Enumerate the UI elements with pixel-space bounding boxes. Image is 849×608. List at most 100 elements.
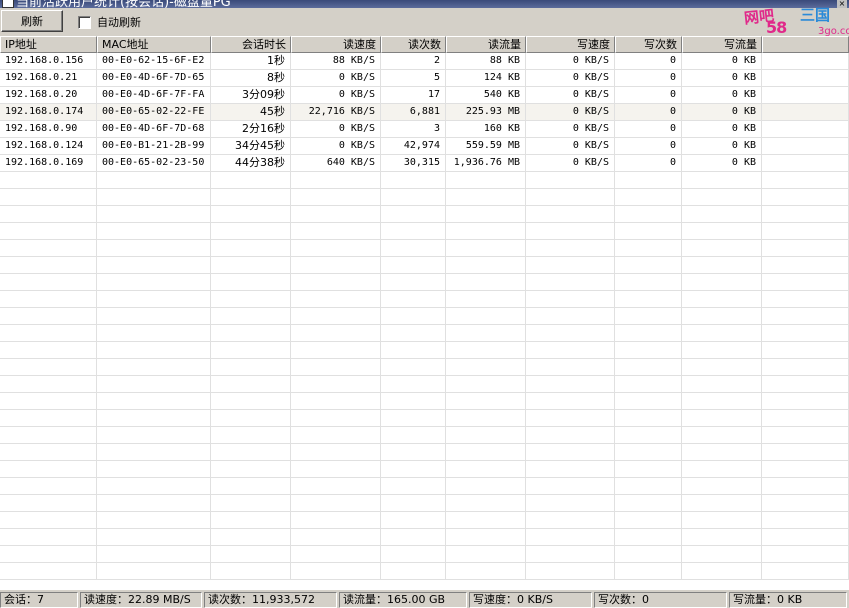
empty-cell xyxy=(446,325,526,342)
empty-cell xyxy=(615,223,682,240)
refresh-button[interactable]: 刷新 xyxy=(1,10,63,32)
empty-cell xyxy=(526,274,615,291)
cell-write-count: 0 xyxy=(615,53,682,70)
table-row[interactable]: 192.168.0.169 00-E0-65-02-23-50 44分38秒 640 … xyxy=(0,155,849,172)
column-header-mac[interactable]: MAC地址 xyxy=(97,36,211,53)
table-row[interactable]: 192.168.0.124 00-E0-B1-21-2B-99 34分45秒 0 KB… xyxy=(0,138,849,155)
empty-cell xyxy=(682,223,762,240)
empty-cell xyxy=(762,495,849,512)
column-header-read-count[interactable]: 读次数 xyxy=(381,36,446,53)
empty-cell xyxy=(446,410,526,427)
empty-cell xyxy=(291,359,381,376)
empty-cell xyxy=(211,240,291,257)
auto-refresh-toggle[interactable]: 自动刷新 xyxy=(78,14,141,30)
empty-cell xyxy=(762,461,849,478)
cell-write-traffic: 0 KB xyxy=(682,155,762,172)
table-row[interactable]: 192.168.0.90 00-E0-4D-6F-7D-68 2分16秒 0 KB/S… xyxy=(0,121,849,138)
column-header-write-speed[interactable]: 写速度 xyxy=(526,36,615,53)
empty-cell xyxy=(446,478,526,495)
cell-mac: 00-E0-4D-6F-7D-68 xyxy=(97,121,211,138)
empty-cell xyxy=(97,172,211,189)
auto-refresh-checkbox[interactable] xyxy=(78,15,91,29)
cell-ip: 192.168.0.124 xyxy=(0,138,97,155)
empty-table-row xyxy=(0,563,849,580)
table-row[interactable]: 192.168.0.21 00-E0-4D-6F-7D-65 8秒 0 KB/S 5 12… xyxy=(0,70,849,87)
empty-cell xyxy=(381,546,446,563)
empty-cell xyxy=(381,342,446,359)
empty-cell xyxy=(526,240,615,257)
empty-cell xyxy=(762,393,849,410)
cell-ip: 192.168.0.174 xyxy=(0,104,97,121)
empty-cell xyxy=(211,427,291,444)
cell-write-count: 0 xyxy=(615,70,682,87)
empty-cell xyxy=(291,512,381,529)
watermark-logo: 网吧 58 三国 3go.com xyxy=(742,6,849,40)
empty-table-row xyxy=(0,325,849,342)
empty-cell xyxy=(291,308,381,325)
empty-cell xyxy=(291,240,381,257)
table-row[interactable]: 192.168.0.156 00-E0-62-15-6F-E2 1秒 88 KB/S 2… xyxy=(0,53,849,70)
empty-table-row xyxy=(0,359,849,376)
empty-cell xyxy=(291,495,381,512)
empty-cell xyxy=(211,410,291,427)
empty-cell xyxy=(446,291,526,308)
empty-cell xyxy=(526,410,615,427)
empty-cell xyxy=(762,138,849,155)
empty-table-row xyxy=(0,444,849,461)
cell-read-speed: 0 KB/S xyxy=(291,121,381,138)
table-row[interactable]: 192.168.0.20 00-E0-4D-6F-7F-FA 3分09秒 0 KB/S… xyxy=(0,87,849,104)
empty-cell xyxy=(446,512,526,529)
column-header-filler[interactable] xyxy=(762,36,849,53)
empty-cell xyxy=(97,257,211,274)
empty-cell xyxy=(762,546,849,563)
empty-cell xyxy=(211,291,291,308)
empty-cell xyxy=(0,325,97,342)
column-header-read-speed[interactable]: 读速度 xyxy=(291,36,381,53)
empty-cell xyxy=(0,308,97,325)
empty-cell xyxy=(211,189,291,206)
empty-cell xyxy=(0,274,97,291)
empty-cell xyxy=(211,359,291,376)
empty-cell xyxy=(446,393,526,410)
status-read-traffic: 读流量：165.00 GB xyxy=(339,592,467,608)
empty-cell xyxy=(381,172,446,189)
empty-cell xyxy=(97,478,211,495)
empty-cell xyxy=(211,529,291,546)
empty-cell xyxy=(762,240,849,257)
empty-cell xyxy=(97,240,211,257)
column-header-ip[interactable]: IP地址 xyxy=(0,36,97,53)
empty-cell xyxy=(762,410,849,427)
cell-read-traffic: 160 KB xyxy=(446,121,526,138)
empty-table-row xyxy=(0,240,849,257)
table-row[interactable]: 192.168.0.174 00-E0-65-02-22-FE 45秒 22,716 … xyxy=(0,104,849,121)
empty-cell xyxy=(381,376,446,393)
empty-table-row xyxy=(0,223,849,240)
empty-cell xyxy=(615,427,682,444)
cell-read-count: 2 xyxy=(381,53,446,70)
empty-cell xyxy=(526,478,615,495)
empty-cell xyxy=(682,206,762,223)
empty-cell xyxy=(97,410,211,427)
empty-cell xyxy=(381,206,446,223)
empty-cell xyxy=(291,393,381,410)
column-header-duration[interactable]: 会话时长 xyxy=(211,36,291,53)
cell-read-speed: 640 KB/S xyxy=(291,155,381,172)
cell-read-speed: 22,716 KB/S xyxy=(291,104,381,121)
empty-cell xyxy=(526,495,615,512)
empty-cell xyxy=(526,359,615,376)
empty-cell xyxy=(615,274,682,291)
empty-cell xyxy=(211,546,291,563)
column-header-write-count[interactable]: 写次数 xyxy=(615,36,682,53)
empty-cell xyxy=(291,257,381,274)
column-header-read-traffic[interactable]: 读流量 xyxy=(446,36,526,53)
empty-cell xyxy=(446,563,526,580)
cell-ip: 192.168.0.90 xyxy=(0,121,97,138)
empty-cell xyxy=(682,240,762,257)
empty-cell xyxy=(291,376,381,393)
empty-cell xyxy=(762,478,849,495)
status-write-speed: 写速度：0 KB/S xyxy=(469,592,592,608)
empty-cell xyxy=(97,512,211,529)
empty-cell xyxy=(97,359,211,376)
column-header-write-traffic[interactable]: 写流量 xyxy=(682,36,762,53)
empty-table-row xyxy=(0,257,849,274)
